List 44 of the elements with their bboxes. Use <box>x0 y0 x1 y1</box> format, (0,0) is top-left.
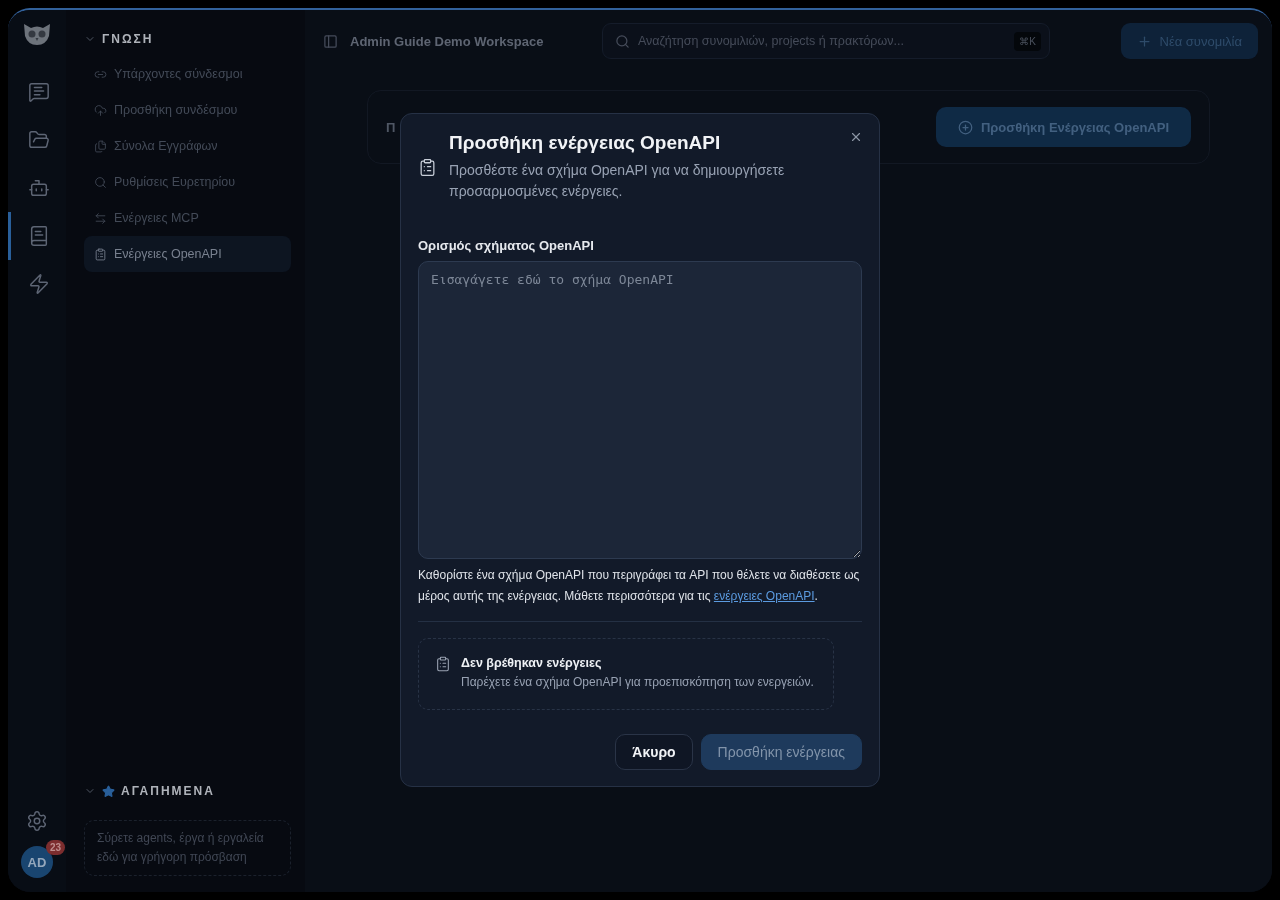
help-text: Καθορίστε ένα σχήμα OpenAPI που περιγράφει τα API που θέλετε να διαθέσετε ως μέρος αυτής της ενέργειας. Μάθετε περισσότερα για τις ενέργειες OpenAPI. <box>418 567 861 605</box>
card-title: Π <box>386 119 396 135</box>
schema-input-field[interactable]: Εισαγάγετε εδώ το σχήμα OpenAPI <box>418 261 862 559</box>
close-icon <box>849 130 863 144</box>
panel-toggle-icon[interactable] <box>323 33 338 49</box>
add-openapi-action-button[interactable]: Προσθήκη Ενέργειας OpenAPI <box>935 107 1191 147</box>
sidebar-item[interactable]: Ενέργειες OpenAPI <box>84 236 291 272</box>
close-button[interactable] <box>849 130 863 144</box>
empty-state-text: Παρέχετε ένα σχήμα OpenAPI για προεπισκόπηση των ενεργειών. <box>461 675 814 689</box>
dialog-description: Προσθέστε ένα σχήμα OpenAPI για να δημιουργήσετε προσαρμοσμένες ενέργειες. <box>449 161 786 201</box>
dialog-title: Προσθήκη ενέργειας OpenAPI <box>449 132 721 154</box>
owl-logo-icon <box>22 22 52 46</box>
favorites-drop-hint: Σύρετε agents, έργα ή εργαλεία εδώ για γρήγορη πρόσβαση <box>84 820 291 876</box>
folder-icon <box>27 129 50 151</box>
sidebar-item[interactable]: Σύνολα Εγγράφων <box>84 128 291 164</box>
notification-badge: 23 <box>45 840 65 855</box>
workspace-title: Admin Guide Demo Workspace <box>350 33 545 49</box>
documents-icon <box>94 139 107 153</box>
sidebar-item[interactable]: Ρυθμίσεις Ευρετηρίου <box>84 164 291 200</box>
search-icon <box>94 175 107 189</box>
empty-state-title: Δεν βρέθηκαν ενέργειες <box>461 656 603 670</box>
sidebar-item[interactable]: Υπάρχοντες σύνδεσμοι <box>84 56 291 92</box>
arrows-icon <box>94 211 107 225</box>
robot-icon <box>27 177 50 199</box>
field-label: Ορισμός σχήματος OpenAPI <box>418 238 595 253</box>
lightning-icon <box>27 273 50 295</box>
clipboard-icon <box>435 656 451 672</box>
plus-icon <box>1136 33 1152 49</box>
search-icon <box>615 33 630 49</box>
chat-icon <box>27 81 50 103</box>
section-title: ΓΝΩΣΗ <box>102 32 154 46</box>
cancel-button[interactable]: Άκυρο <box>615 734 693 770</box>
sidebar-item[interactable]: Προσθήκη συνδέσμου <box>84 92 291 128</box>
search-field[interactable]: Αναζήτηση συνομιλιών, projects ή πρακτόρων... ⌘K <box>602 23 1050 59</box>
clipboard-icon <box>94 247 107 261</box>
cloud-upload-icon <box>94 103 107 117</box>
clipboard-icon <box>418 157 437 177</box>
circle-plus-icon <box>957 119 973 135</box>
shortcut-key: ⌘K <box>1014 31 1041 51</box>
sidebar-item[interactable]: Ενέργειες MCP <box>84 200 291 236</box>
star-icon <box>102 784 115 798</box>
settings-icon[interactable] <box>26 810 48 832</box>
section-title: ΑΓΑΠΗΜΕΝΑ <box>121 784 215 798</box>
openapi-actions-link[interactable]: ενέργειες OpenAPI <box>713 589 815 603</box>
